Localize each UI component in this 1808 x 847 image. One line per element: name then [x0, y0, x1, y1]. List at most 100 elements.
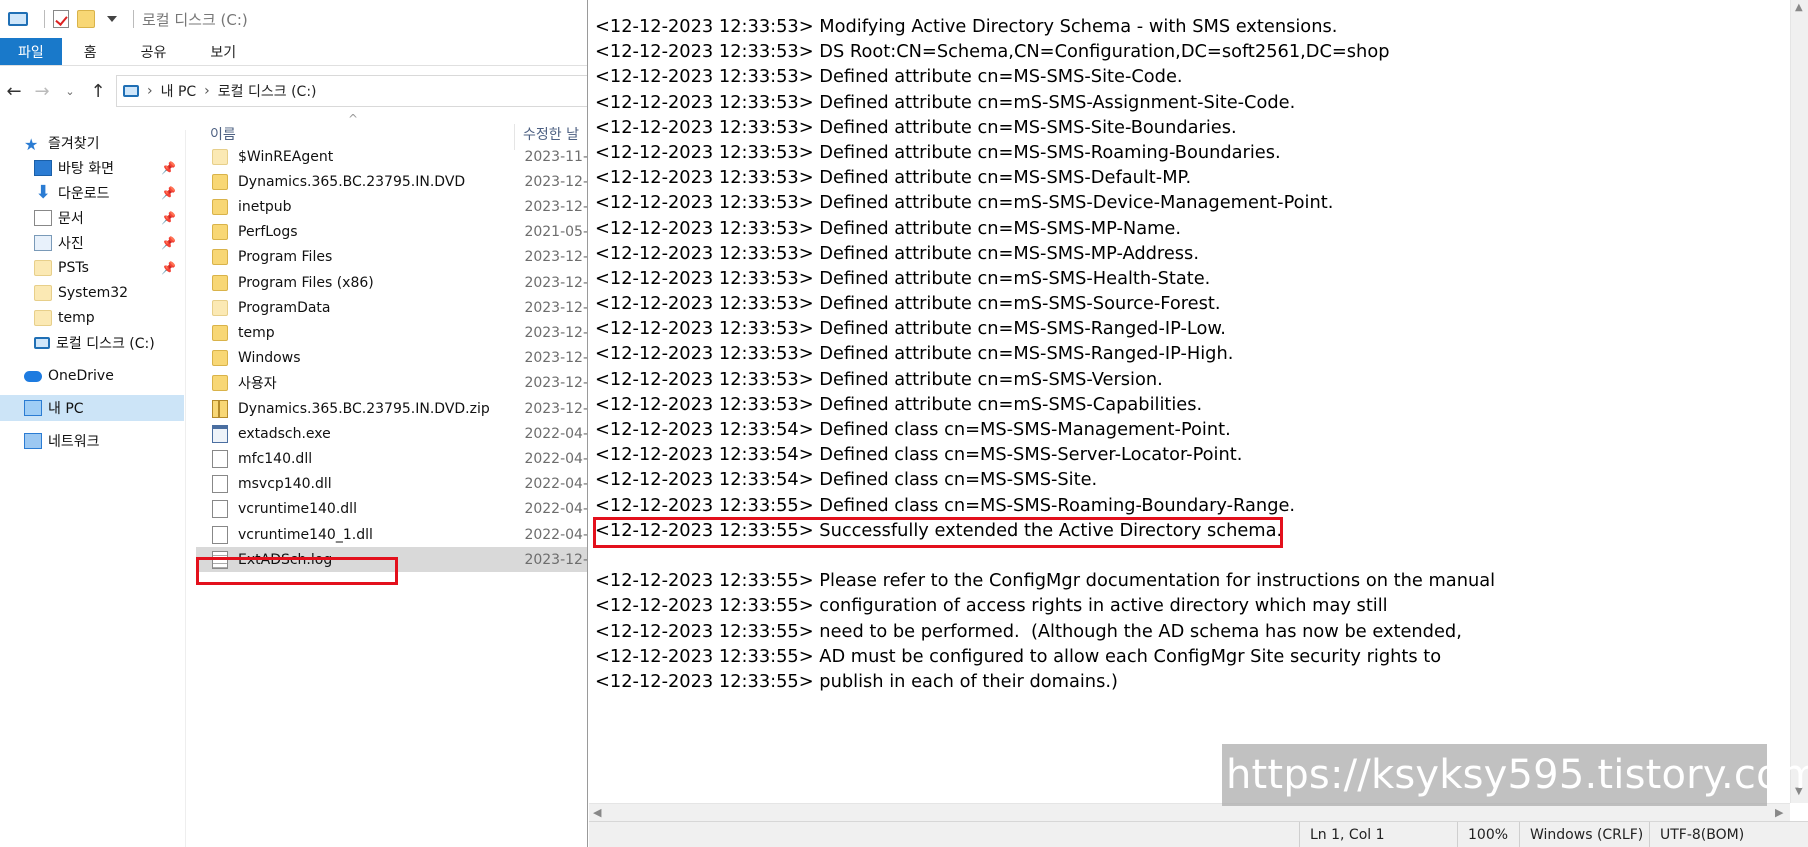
file-row[interactable]: temp 2023-12- — [196, 320, 587, 345]
folder-icon — [212, 299, 228, 316]
log-line: <12-12-2023 12:33:53> Defined attribute … — [595, 343, 1234, 365]
file-date-modified: 2023-12- — [524, 551, 588, 568]
nav-item-desktop[interactable]: 바탕 화면 📌 — [0, 155, 184, 181]
pin-icon[interactable]: 📌 — [161, 211, 176, 225]
nav-label: 즐겨찾기 — [48, 136, 100, 152]
nav-item-temp[interactable]: temp — [0, 305, 184, 331]
nav-label: 네트워크 — [48, 434, 100, 450]
folder-icon — [212, 350, 228, 367]
dll-icon — [212, 449, 228, 468]
tab-share[interactable]: 공유 — [119, 38, 189, 65]
scroll-left-icon[interactable]: ◀ — [593, 806, 601, 819]
log-line: <12-12-2023 12:33:53> Defined attribute … — [595, 293, 1221, 315]
log-line: <12-12-2023 12:33:53> Defined attribute … — [595, 318, 1226, 340]
log-line: <12-12-2023 12:33:53> Defined attribute … — [595, 267, 1211, 289]
new-folder-icon[interactable] — [77, 10, 95, 28]
file-row[interactable]: $WinREAgent 2023-11- — [196, 144, 587, 169]
breadcrumb-separator-icon[interactable]: › — [204, 83, 210, 99]
forward-arrow-icon[interactable]: → — [28, 81, 56, 102]
tab-home[interactable]: 홈 — [62, 38, 119, 65]
pictures-icon — [34, 235, 52, 251]
nav-label: 다운로드 — [58, 186, 110, 202]
log-line: <12-12-2023 12:33:54> Defined class cn=M… — [595, 469, 1098, 491]
vertical-scrollbar[interactable]: ▲ ▼ — [1790, 0, 1808, 803]
dll-icon — [212, 525, 228, 544]
file-row[interactable]: ProgramData 2023-12- — [196, 295, 587, 320]
toolbar-divider — [44, 10, 45, 28]
file-row[interactable]: msvcp140.dll 2022-04- — [196, 472, 587, 497]
nav-item-onedrive[interactable]: OneDrive — [0, 363, 184, 389]
log-line: <12-12-2023 12:33:53> Defined attribute … — [595, 217, 1182, 239]
log-line: <12-12-2023 12:33:53> Defined attribute … — [595, 242, 1199, 264]
file-row[interactable]: Dynamics.365.BC.23795.IN.DVD 2023-12- — [196, 169, 587, 194]
file-row[interactable]: vcruntime140.dll 2022-04- — [196, 497, 588, 522]
ribbon-tabs: 파일 홈 공유 보기 — [0, 38, 587, 66]
tab-view[interactable]: 보기 — [188, 38, 258, 65]
scroll-up-icon[interactable]: ▲ — [1795, 2, 1803, 13]
pin-icon[interactable]: 📌 — [161, 261, 176, 275]
drive-icon[interactable] — [8, 12, 28, 26]
nav-label: System32 — [58, 285, 129, 301]
file-name: ExtADSch.log — [238, 551, 333, 568]
desktop-icon — [34, 160, 52, 176]
file-row[interactable]: mfc140.dll 2022-04- — [196, 446, 587, 471]
file-row[interactable]: Windows 2023-12- — [196, 346, 587, 371]
file-row[interactable]: inetpub 2023-12- — [196, 194, 587, 219]
file-name: msvcp140.dll — [238, 476, 332, 493]
file-row[interactable]: ExtADSch.log 2023-12- — [196, 547, 588, 573]
nav-item-downloads[interactable]: ⬇ 다운로드 📌 — [0, 180, 184, 206]
chevron-down-icon[interactable] — [107, 16, 117, 22]
breadcrumb-local-disk[interactable]: 로컬 디스크 (C:) — [218, 81, 317, 101]
file-date-modified: 2021-05- — [524, 224, 588, 241]
file-name: inetpub — [238, 198, 292, 215]
log-text-area[interactable]: <12-12-2023 12:33:53> Modifying Active D… — [595, 14, 1495, 694]
file-name: Program Files (x86) — [238, 274, 374, 291]
recent-locations-chevron-icon[interactable]: ⌄ — [56, 85, 84, 98]
properties-icon[interactable] — [53, 10, 69, 28]
file-name: temp — [238, 324, 275, 341]
file-row[interactable]: vcruntime140_1.dll 2022-04- — [196, 522, 587, 547]
nav-item-pictures[interactable]: 사진 📌 — [0, 230, 184, 256]
breadcrumb-separator-icon[interactable]: › — [147, 83, 153, 99]
nav-item-quick-access[interactable]: ★ 즐겨찾기 — [0, 130, 184, 156]
address-bar[interactable]: › 내 PC › 로컬 디스크 (C:) — [116, 75, 587, 107]
scroll-right-icon[interactable]: ▶ — [1775, 806, 1783, 819]
window-title: 로컬 디스크 (C:) — [142, 10, 248, 29]
file-row[interactable]: PerfLogs 2021-05- — [196, 220, 588, 245]
file-row[interactable]: extadsch.exe 2022-04- — [196, 421, 587, 446]
nav-item-network[interactable]: 네트워크 — [0, 428, 184, 454]
nav-item-this-pc[interactable]: 내 PC — [0, 395, 184, 421]
pin-icon[interactable]: 📌 — [161, 236, 176, 250]
up-arrow-icon[interactable]: ↑ — [84, 81, 112, 102]
quick-access-toolbar: 로컬 디스크 (C:) — [0, 0, 587, 38]
column-header-name[interactable]: 이름 — [210, 124, 236, 144]
notepad-window: <12-12-2023 12:33:53> Modifying Active D… — [589, 0, 1808, 847]
breadcrumb-this-pc[interactable]: 내 PC — [161, 81, 197, 101]
file-name: ProgramData — [238, 299, 331, 316]
nav-item-local-disk[interactable]: 로컬 디스크 (C:) — [0, 330, 184, 356]
sort-ascending-icon: ^ — [348, 112, 359, 126]
nav-label: 문서 — [58, 211, 84, 227]
back-arrow-icon[interactable]: ← — [0, 81, 28, 102]
file-row[interactable]: Program Files (x86) 2023-12- — [196, 270, 587, 295]
file-row[interactable]: 사용자 2023-12- — [196, 371, 587, 396]
nav-item-system32[interactable]: System32 — [0, 280, 184, 306]
pin-icon[interactable]: 📌 — [161, 161, 176, 175]
file-date-modified: 2022-04- — [524, 501, 588, 518]
file-row[interactable]: Dynamics.365.BC.23795.IN.DVD.zip 2023-12- — [196, 396, 587, 421]
folder-icon — [34, 310, 52, 326]
nav-label: 바탕 화면 — [58, 161, 114, 177]
watermark: https://ksyksy595.tistory.com — [1222, 744, 1808, 806]
log-line: <12-12-2023 12:33:55> Please refer to th… — [595, 570, 1496, 592]
tab-file[interactable]: 파일 — [0, 38, 62, 65]
pc-icon — [24, 400, 42, 416]
pin-icon[interactable]: 📌 — [161, 186, 176, 200]
nav-label: PSTs — [58, 260, 89, 276]
nav-item-documents[interactable]: 문서 📌 — [0, 205, 184, 231]
document-icon — [34, 210, 52, 226]
toolbar-divider — [133, 10, 134, 28]
nav-item-psts[interactable]: PSTs 📌 — [0, 255, 184, 281]
file-row[interactable]: Program Files 2023-12- — [196, 245, 587, 270]
folder-icon — [212, 375, 228, 392]
folder-icon — [212, 324, 228, 341]
